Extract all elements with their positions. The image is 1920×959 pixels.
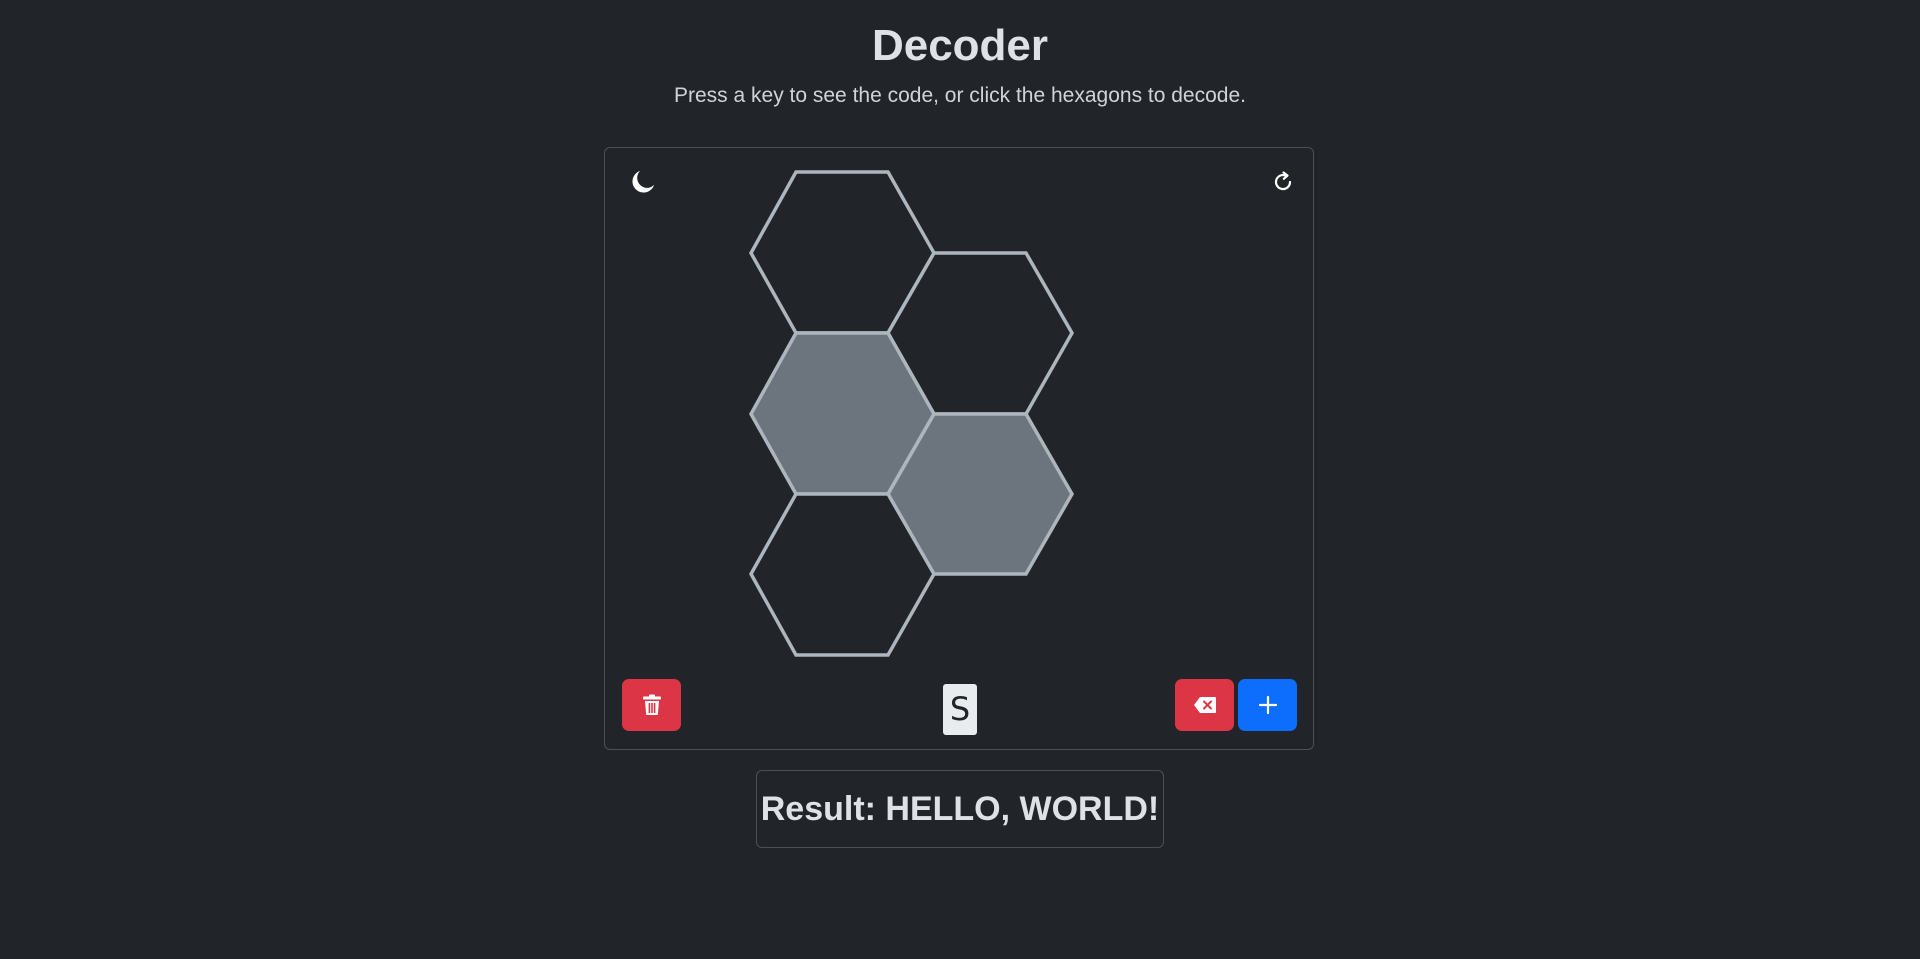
- trash-icon: [642, 694, 661, 715]
- current-letter: S: [943, 684, 977, 735]
- clear-button[interactable]: [622, 679, 681, 731]
- page-subtitle: Press a key to see the code, or click th…: [673, 84, 1246, 107]
- result-text: Result: HELLO, WORLD!: [760, 789, 1160, 828]
- plus-icon: [1258, 695, 1277, 715]
- add-button[interactable]: [1238, 679, 1297, 731]
- page: Decoder Press a key to see the code, or …: [0, 0, 1920, 959]
- page-title: Decoder: [871, 21, 1049, 70]
- hexagon-grid: [748, 170, 1075, 657]
- backspace-icon: [1193, 697, 1216, 713]
- decoder-card: S: [604, 147, 1314, 750]
- backspace-button[interactable]: [1175, 679, 1234, 731]
- result-box: Result: HELLO, WORLD!: [756, 770, 1164, 848]
